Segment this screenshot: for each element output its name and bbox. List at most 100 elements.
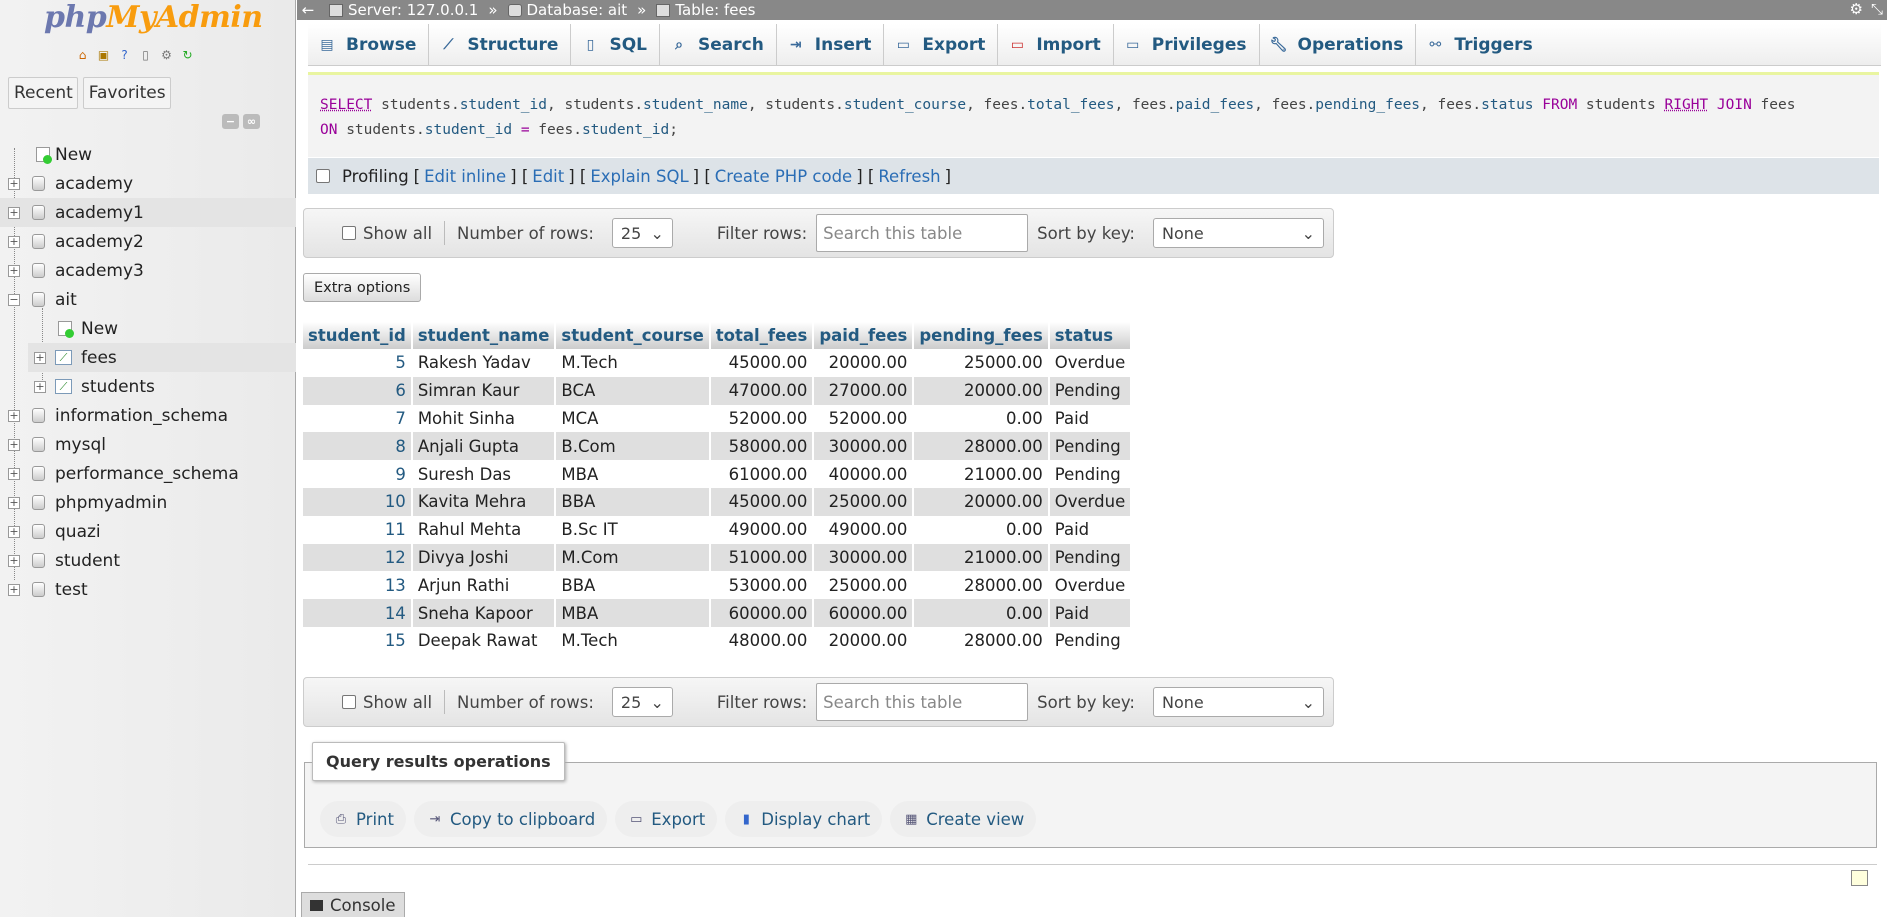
table-cell-student_name[interactable]: Divya Joshi bbox=[411, 543, 557, 572]
table-cell-student_name[interactable]: Suresh Das bbox=[411, 460, 557, 488]
table-cell-pending_fees[interactable]: 25000.00 bbox=[913, 349, 1050, 377]
link-with-main-icon[interactable]: ∞ bbox=[243, 114, 260, 129]
table-cell-total_fees[interactable]: 49000.00 bbox=[709, 515, 815, 544]
create-php-code-link[interactable]: Create PHP code bbox=[715, 167, 852, 186]
recent-tab[interactable]: Recent bbox=[8, 77, 78, 109]
table-cell-status[interactable]: Pending bbox=[1048, 376, 1133, 405]
tree-item-mysql[interactable]: + mysql bbox=[0, 430, 296, 459]
tree-item-performance-schema[interactable]: + performance_schema bbox=[0, 459, 296, 488]
table-cell-paid_fees[interactable]: 25000.00 bbox=[813, 571, 915, 600]
breadcrumb-database[interactable]: Database: ait bbox=[507, 1, 627, 19]
table-cell-student_course[interactable]: MCA bbox=[555, 404, 711, 433]
help-icon[interactable]: ? bbox=[116, 46, 133, 63]
column-header[interactable]: student_name bbox=[411, 322, 557, 349]
collapse-icon[interactable]: − bbox=[8, 293, 20, 306]
table-cell-status[interactable]: Paid bbox=[1048, 515, 1133, 544]
table-row[interactable]: 9 Suresh Das MBA 61000.00 40000.00 21000.00 Pe… bbox=[303, 460, 1133, 488]
table-cell-student_course[interactable]: M.Com bbox=[555, 543, 711, 572]
table-cell-status[interactable]: Paid bbox=[1048, 404, 1133, 433]
table-cell-student_id[interactable]: 11 bbox=[303, 515, 413, 544]
table-cell-pending_fees[interactable]: 0.00 bbox=[913, 599, 1050, 627]
settings-icon[interactable]: ⚙ bbox=[158, 46, 175, 63]
collapse-icon[interactable]: ⤡ bbox=[1871, 0, 1883, 18]
docs-icon[interactable]: ▯ bbox=[137, 46, 154, 63]
table-cell-student_id[interactable]: 9 bbox=[303, 460, 413, 488]
phpmyadmin-logo[interactable]: phpMyAdmin bbox=[44, 0, 263, 35]
table-cell-student_course[interactable]: MBA bbox=[555, 599, 711, 627]
table-cell-total_fees[interactable]: 45000.00 bbox=[709, 349, 815, 377]
table-row[interactable]: 13 Arjun Rathi BBA 53000.00 25000.00 28000.00… bbox=[303, 571, 1133, 600]
show-all-checkbox[interactable] bbox=[342, 695, 356, 709]
table-cell-student_course[interactable]: BBA bbox=[555, 571, 711, 600]
number-of-rows-select[interactable]: 25 ⌄ bbox=[611, 687, 673, 717]
tree-item-quazi[interactable]: + quazi bbox=[0, 517, 296, 546]
table-row[interactable]: 14 Sneha Kapoor MBA 60000.00 60000.00 0.00 Pai… bbox=[303, 599, 1133, 627]
tree-item-academy2[interactable]: + academy2 bbox=[0, 227, 296, 256]
tab-insert[interactable]: ⇥ Insert bbox=[777, 24, 885, 66]
table-cell-paid_fees[interactable]: 20000.00 bbox=[813, 626, 915, 655]
explain-sql-link[interactable]: Explain SQL bbox=[590, 167, 688, 186]
tab-privileges[interactable]: ▭ Privileges bbox=[1114, 24, 1260, 66]
table-cell-status[interactable]: Overdue bbox=[1048, 487, 1133, 516]
table-cell-student_course[interactable]: BCA bbox=[555, 376, 711, 405]
table-row[interactable]: 15 Deepak Rawat M.Tech 48000.00 20000.00 2800… bbox=[303, 626, 1133, 655]
tab-export[interactable]: ▭ Export bbox=[884, 24, 999, 66]
table-cell-paid_fees[interactable]: 25000.00 bbox=[813, 487, 915, 516]
home-icon[interactable]: ⌂ bbox=[74, 46, 91, 63]
column-header[interactable]: paid_fees bbox=[813, 322, 915, 349]
tree-item-academy1[interactable]: + academy1 bbox=[0, 198, 296, 227]
tree-item-ait-new[interactable]: New bbox=[0, 314, 296, 343]
expand-icon[interactable]: + bbox=[8, 554, 20, 567]
table-cell-paid_fees[interactable]: 40000.00 bbox=[813, 460, 915, 488]
table-cell-student_course[interactable]: BBA bbox=[555, 487, 711, 516]
tab-structure[interactable]: ⟋ Structure bbox=[429, 24, 572, 66]
column-header[interactable]: status bbox=[1048, 322, 1133, 349]
edit-inline-link[interactable]: Edit inline bbox=[424, 167, 506, 186]
table-cell-pending_fees[interactable]: 28000.00 bbox=[913, 626, 1050, 655]
table-cell-pending_fees[interactable]: 20000.00 bbox=[913, 487, 1050, 516]
table-cell-total_fees[interactable]: 53000.00 bbox=[709, 571, 815, 600]
table-row[interactable]: 6 Simran Kaur BCA 47000.00 27000.00 20000.00 P… bbox=[303, 376, 1133, 405]
table-cell-total_fees[interactable]: 58000.00 bbox=[709, 432, 815, 461]
table-cell-student_id[interactable]: 14 bbox=[303, 599, 413, 627]
page-settings-icon[interactable] bbox=[1851, 870, 1868, 886]
table-cell-paid_fees[interactable]: 30000.00 bbox=[813, 432, 915, 461]
expand-icon[interactable]: + bbox=[8, 235, 20, 248]
tree-item-fees[interactable]: + ⟋ fees bbox=[28, 343, 296, 372]
table-cell-student_course[interactable]: MBA bbox=[555, 460, 711, 488]
expand-icon[interactable]: + bbox=[8, 496, 20, 509]
profiling-checkbox[interactable] bbox=[316, 169, 330, 183]
column-header[interactable]: student_course bbox=[555, 322, 711, 349]
filter-rows-input[interactable]: Search this table bbox=[816, 683, 1029, 721]
table-cell-student_name[interactable]: Anjali Gupta bbox=[411, 432, 557, 461]
breadcrumb-server[interactable]: Server: 127.0.0.1 bbox=[329, 1, 478, 19]
table-row[interactable]: 8 Anjali Gupta B.Com 58000.00 30000.00 28000.… bbox=[303, 432, 1133, 461]
table-cell-paid_fees[interactable]: 20000.00 bbox=[813, 349, 915, 377]
table-row[interactable]: 10 Kavita Mehra BBA 45000.00 25000.00 20000.0… bbox=[303, 487, 1133, 516]
table-cell-pending_fees[interactable]: 20000.00 bbox=[913, 376, 1050, 405]
table-cell-total_fees[interactable]: 47000.00 bbox=[709, 376, 815, 405]
console-toggle[interactable]: Console bbox=[301, 892, 405, 917]
table-cell-total_fees[interactable]: 61000.00 bbox=[709, 460, 815, 488]
table-cell-pending_fees[interactable]: 28000.00 bbox=[913, 432, 1050, 461]
expand-icon[interactable]: + bbox=[8, 583, 20, 596]
expand-icon[interactable]: + bbox=[8, 525, 20, 538]
table-cell-paid_fees[interactable]: 27000.00 bbox=[813, 376, 915, 405]
expand-icon[interactable]: + bbox=[8, 467, 20, 480]
tab-operations[interactable]: 🔧︎ Operations bbox=[1260, 24, 1417, 66]
table-row[interactable]: 11 Rahul Mehta B.Sc IT 49000.00 49000.00 0.00… bbox=[303, 515, 1133, 544]
create-view-button[interactable]: ▦ Create view bbox=[890, 801, 1037, 837]
table-cell-status[interactable]: Pending bbox=[1048, 460, 1133, 488]
table-cell-status[interactable]: Overdue bbox=[1048, 349, 1133, 377]
table-row[interactable]: 5 Rakesh Yadav M.Tech 45000.00 20000.00 25000… bbox=[303, 349, 1133, 377]
table-cell-student_name[interactable]: Rahul Mehta bbox=[411, 515, 557, 544]
column-header[interactable]: pending_fees bbox=[913, 322, 1050, 349]
tree-item-student[interactable]: + student bbox=[0, 546, 296, 575]
filter-rows-input[interactable]: Search this table bbox=[816, 214, 1029, 252]
table-cell-status[interactable]: Paid bbox=[1048, 599, 1133, 627]
table-cell-pending_fees[interactable]: 21000.00 bbox=[913, 543, 1050, 572]
table-cell-student_name[interactable]: Simran Kaur bbox=[411, 376, 557, 405]
table-cell-status[interactable]: Overdue bbox=[1048, 571, 1133, 600]
table-cell-student_id[interactable]: 6 bbox=[303, 376, 413, 405]
table-cell-student_id[interactable]: 13 bbox=[303, 571, 413, 600]
